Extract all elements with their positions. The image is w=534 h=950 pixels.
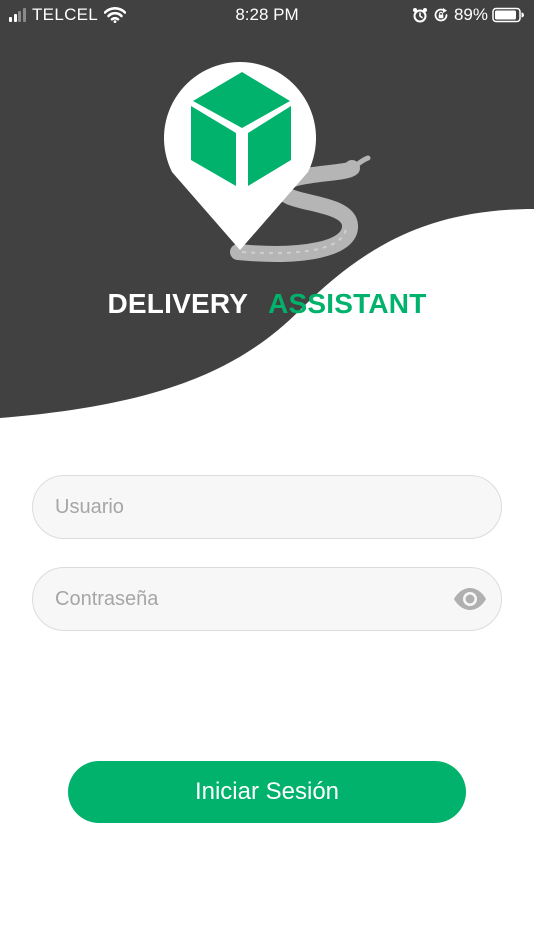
login-button[interactable]: Iniciar Sesión bbox=[68, 761, 466, 823]
rotation-lock-icon bbox=[434, 8, 448, 22]
eye-icon[interactable] bbox=[453, 586, 487, 612]
status-right: 89% bbox=[412, 5, 524, 25]
battery-icon bbox=[492, 7, 524, 23]
username-input[interactable] bbox=[33, 476, 501, 538]
alarm-clock-icon bbox=[412, 8, 427, 23]
login-screen: TELCEL 8:28 PM 89% DELIVERY ASSISTANT Us… bbox=[0, 0, 534, 950]
app-title-delivery: DELIVERY bbox=[107, 288, 249, 319]
username-field[interactable] bbox=[32, 475, 502, 539]
password-input[interactable] bbox=[33, 568, 501, 630]
status-bar: TELCEL 8:28 PM 89% bbox=[0, 0, 534, 30]
password-field[interactable] bbox=[32, 567, 502, 631]
app-title: DELIVERY ASSISTANT bbox=[0, 288, 534, 320]
app-title-assistant: ASSISTANT bbox=[268, 288, 427, 319]
battery-percentage: 89% bbox=[453, 5, 488, 24]
